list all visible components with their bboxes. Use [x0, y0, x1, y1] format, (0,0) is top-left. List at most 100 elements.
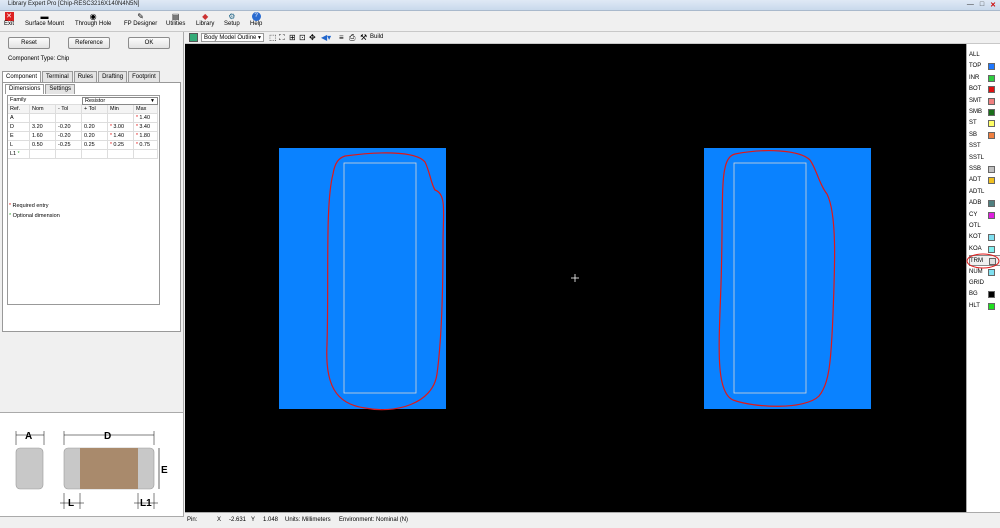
layer-color-swatch[interactable] — [988, 97, 995, 105]
cell-plus-tol[interactable]: 0.20 — [82, 123, 108, 132]
layer-color-swatch[interactable] — [988, 200, 995, 208]
layer-color-swatch[interactable] — [988, 245, 995, 253]
cell-max[interactable]: * 3.40 — [134, 123, 158, 132]
cell-min[interactable] — [108, 114, 134, 123]
layer-color-swatch[interactable] — [988, 211, 995, 219]
layers-icon[interactable]: ≡ — [339, 33, 344, 42]
layer-color-swatch[interactable] — [988, 131, 995, 139]
cell-min[interactable] — [108, 150, 134, 159]
setup-button[interactable]: ⚙ Setup — [224, 12, 240, 31]
cell-min[interactable]: * 3.00 — [108, 123, 134, 132]
tab-drafting[interactable]: Drafting — [98, 71, 128, 82]
layer-item-adtl[interactable]: ADTL — [969, 187, 1000, 198]
table-row[interactable]: L 0.50 -0.25 0.25 * 0.25 * 0.75 — [8, 141, 158, 150]
pan-icon[interactable]: ✥ — [309, 33, 316, 42]
cell-max[interactable] — [134, 150, 158, 159]
layer-item-kot[interactable]: KOT — [969, 232, 1000, 243]
subtab-dimensions[interactable]: Dimensions — [5, 84, 45, 94]
library-button[interactable]: ◆ Library — [196, 12, 214, 31]
layer-item-bg[interactable]: BG — [969, 289, 1000, 300]
table-row[interactable]: L1 * — [8, 150, 158, 159]
layer-item-num[interactable]: NUM — [969, 267, 1000, 278]
layer-item-sstl[interactable]: SSTL — [969, 153, 1000, 164]
tab-rules[interactable]: Rules — [73, 71, 98, 82]
table-row[interactable]: E 1.60 -0.20 0.20 * 1.40 * 1.80 — [8, 132, 158, 141]
layer-item-sst[interactable]: SST — [969, 141, 1000, 152]
layer-color-swatch[interactable] — [988, 291, 995, 299]
pad-left[interactable] — [279, 148, 446, 409]
layer-color-swatch[interactable] — [988, 109, 995, 116]
layer-color-swatch[interactable] — [988, 166, 995, 173]
zoom-window-icon[interactable]: ⊞ — [289, 33, 296, 42]
arrow-tool-icon[interactable]: ◀▾ — [321, 33, 331, 42]
tab-footprint[interactable]: Footprint — [128, 71, 160, 82]
layer-color-swatch[interactable] — [988, 63, 995, 71]
layer-color-swatch[interactable] — [988, 268, 995, 276]
cell-minus-tol[interactable]: -0.25 — [56, 141, 82, 150]
layer-item-adb[interactable]: ADB — [969, 198, 1000, 209]
layer-item-grid[interactable]: GRID — [969, 278, 1000, 289]
fp-designer-button[interactable]: ✎ FP Designer — [124, 12, 157, 31]
layer-item-bot[interactable]: BOT — [969, 84, 1000, 95]
cell-nom[interactable] — [30, 114, 56, 123]
layer-color-swatch[interactable] — [988, 177, 995, 185]
reference-button[interactable]: Reference — [68, 37, 110, 49]
footprint-canvas[interactable] — [185, 44, 966, 512]
cell-plus-tol[interactable] — [82, 150, 108, 159]
layer-item-hlt[interactable]: HLT — [969, 301, 1000, 312]
cell-nom[interactable]: 0.50 — [30, 141, 56, 150]
table-row[interactable]: A * 1.40 — [8, 114, 158, 123]
cell-plus-tol[interactable]: 0.20 — [82, 132, 108, 141]
cell-max[interactable]: * 1.80 — [134, 132, 158, 141]
view-mode-select[interactable]: Body Model Outline ▼ — [201, 33, 264, 42]
reset-button[interactable]: Reset — [8, 37, 50, 49]
layer-item-cy[interactable]: CY — [969, 210, 1000, 221]
layer-item-smt[interactable]: SMT — [969, 96, 1000, 107]
print-icon[interactable]: ⎙ — [349, 33, 355, 42]
pad-right[interactable] — [704, 148, 871, 409]
cell-nom[interactable]: 3.20 — [30, 123, 56, 132]
surface-mount-button[interactable]: ▬ Surface Mount — [25, 12, 64, 31]
subtab-settings[interactable]: Settings — [45, 84, 76, 94]
layer-item-st[interactable]: ST — [969, 118, 1000, 129]
cell-max[interactable]: * 0.75 — [134, 141, 158, 150]
layer-color-swatch[interactable] — [988, 120, 995, 128]
cell-minus-tol[interactable]: -0.20 — [56, 123, 82, 132]
layer-item-adt[interactable]: ADT — [969, 175, 1000, 186]
cell-minus-tol[interactable] — [56, 150, 82, 159]
layer-item-otl[interactable]: OTL — [969, 221, 1000, 232]
cell-nom[interactable] — [30, 150, 56, 159]
zoom-fit-icon[interactable]: ⛶ — [279, 33, 285, 42]
exit-button[interactable]: ✕ Exit — [4, 12, 14, 31]
maximize-button[interactable]: □ — [980, 1, 984, 9]
cell-min[interactable]: * 1.40 — [108, 132, 134, 141]
cell-minus-tol[interactable]: -0.20 — [56, 132, 82, 141]
layer-item-top[interactable]: TOP — [969, 61, 1000, 72]
layer-stack-icon[interactable] — [189, 33, 198, 42]
cell-nom[interactable]: 1.60 — [30, 132, 56, 141]
select-tool-icon[interactable]: ⬚ — [269, 33, 277, 42]
family-select[interactable]: Resistor ▼ — [82, 97, 158, 105]
utilities-button[interactable]: ▤ Utilities — [166, 12, 185, 31]
ok-button[interactable]: OK — [128, 37, 170, 49]
cell-plus-tol[interactable] — [82, 114, 108, 123]
layer-item-sb[interactable]: SB — [969, 130, 1000, 141]
layer-color-swatch[interactable] — [988, 74, 995, 82]
tab-terminal[interactable]: Terminal — [42, 71, 73, 82]
layer-item-all[interactable]: ALL — [969, 50, 1000, 61]
cell-plus-tol[interactable]: 0.25 — [82, 141, 108, 150]
layer-color-swatch[interactable] — [988, 234, 995, 242]
layer-color-swatch[interactable] — [988, 86, 995, 94]
zoom-in-icon[interactable]: ⊡ — [299, 33, 306, 42]
build-button[interactable]: Build — [370, 34, 383, 40]
layer-item-trm[interactable]: TRM — [966, 253, 1000, 269]
close-button[interactable]: ✕ — [990, 1, 996, 9]
table-row[interactable]: D 3.20 -0.20 0.20 * 3.00 * 3.40 — [8, 123, 158, 132]
cell-minus-tol[interactable] — [56, 114, 82, 123]
minimize-button[interactable]: — — [967, 1, 974, 9]
layer-item-smb[interactable]: SMB — [969, 107, 1000, 118]
layer-color-swatch[interactable] — [988, 302, 995, 310]
cell-max[interactable]: * 1.40 — [134, 114, 158, 123]
cell-min[interactable]: * 0.25 — [108, 141, 134, 150]
through-hole-button[interactable]: ◉ Through Hole — [75, 12, 111, 31]
